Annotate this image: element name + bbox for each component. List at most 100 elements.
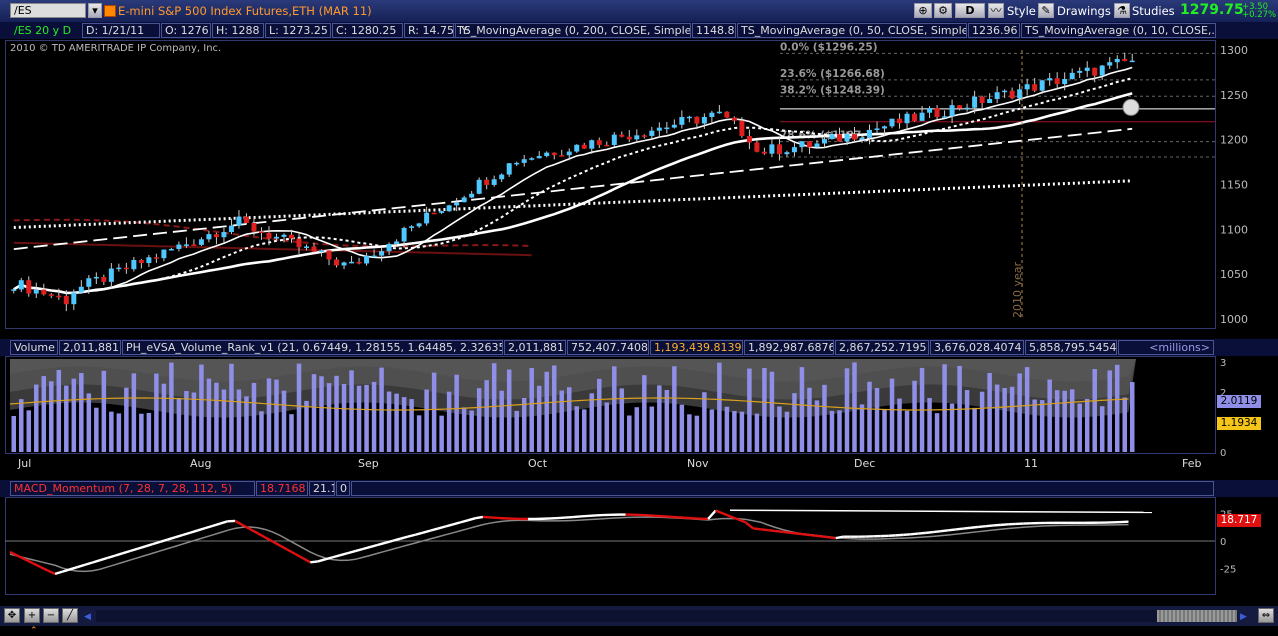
volume-bar	[710, 409, 715, 452]
volume-bar	[875, 388, 880, 452]
macd-segment	[716, 511, 724, 514]
chart-scrollbar: ✥ + − ╱ ◀ ▶ ⇔	[0, 606, 1278, 626]
evsa-value-5: 2,867,252.7195	[835, 340, 929, 355]
volume-study-bar: Volume 2,011,881 PH_eVSA_Volume_Rank_v1 …	[0, 339, 1278, 356]
period-button[interactable]: D	[955, 3, 985, 18]
macd-segment	[926, 532, 934, 533]
volume-bar	[274, 380, 279, 452]
price-tick-label: 1200	[1220, 134, 1248, 147]
style-menu[interactable]: Style	[1007, 4, 1036, 18]
symbol-lookup-button[interactable]: ▾	[88, 3, 102, 18]
candle-body	[792, 147, 797, 152]
macd-header-filler	[351, 481, 1214, 496]
volume-bar	[980, 392, 985, 452]
macd-segment	[250, 529, 258, 533]
volume-bar	[567, 387, 572, 452]
candle-body	[94, 277, 99, 279]
draw-line-icon[interactable]: ╱	[62, 608, 78, 623]
macd-segment	[776, 531, 784, 532]
candle-body	[364, 256, 369, 264]
volume-bar	[785, 412, 790, 452]
candle-body	[394, 241, 399, 243]
macd-segment	[378, 543, 386, 545]
crosshair-icon[interactable]: ⊕	[914, 3, 932, 18]
ma10-label[interactable]: TS_MovingAverage (0, 10, CLOSE,...	[1021, 23, 1216, 38]
volume-bar	[807, 388, 812, 452]
volume-bar	[1010, 387, 1015, 452]
macd-trendline	[730, 510, 1152, 512]
pan-icon[interactable]: ✥	[4, 608, 20, 623]
scroll-right-icon[interactable]: ▶	[1240, 612, 1247, 622]
fib-label: 0.0% ($1296.25)	[780, 41, 878, 53]
studies-menu[interactable]: Studies	[1132, 4, 1175, 18]
volume-bar	[657, 385, 662, 452]
candle-body	[852, 134, 857, 139]
candle-body	[492, 179, 497, 185]
macd-segment	[490, 517, 498, 518]
ma200-label[interactable]: TS_MovingAverage (0, 200, CLOSE, Simple)	[453, 23, 691, 38]
scroll-track[interactable]	[96, 610, 1236, 622]
scroll-thumb[interactable]	[1157, 610, 1237, 622]
macd-segment	[963, 528, 971, 529]
ma50-label[interactable]: TS_MovingAverage (0, 50, CLOSE, Simple)	[737, 23, 967, 38]
volume-bar	[1040, 400, 1045, 452]
candle-body	[454, 202, 459, 205]
candle-body	[784, 152, 789, 154]
link-icon[interactable]	[104, 5, 116, 17]
macd-segment	[288, 550, 296, 554]
flask-icon[interactable]: ⚗	[1114, 3, 1130, 18]
candle-body	[86, 278, 91, 287]
drawings-menu[interactable]: Drawings	[1057, 4, 1111, 18]
macd-segment	[468, 518, 476, 520]
macd-segment	[138, 546, 146, 548]
volume-label[interactable]: Volume	[10, 340, 58, 355]
time-axis: Jul Aug Sep Oct Nov Dec 11 Feb	[0, 457, 1278, 471]
ma200-value: 1148.8	[692, 23, 736, 38]
macd-segment	[70, 567, 78, 569]
volume-bar	[72, 379, 77, 452]
month-label: 11	[1024, 457, 1038, 470]
pencil-icon[interactable]: ✎	[1038, 3, 1054, 18]
volume-bar	[462, 407, 467, 452]
volume-bar	[725, 407, 730, 452]
volume-bar	[297, 364, 302, 452]
macd-study-label[interactable]: MACD_Momentum (7, 28, 7, 28, 112, 5)	[10, 481, 255, 496]
volume-bar	[665, 390, 670, 452]
macd-segment	[213, 524, 221, 526]
candle-body	[957, 105, 962, 108]
evsa-study-label[interactable]: PH_eVSA_Volume_Rank_v1 (21, 0.67449, 1.2…	[122, 340, 503, 355]
volume-bar	[529, 368, 534, 452]
candle-body	[1100, 66, 1105, 76]
volume-bar	[762, 368, 767, 452]
settings-icon[interactable]: ⚙	[934, 3, 952, 18]
macd-segment	[663, 516, 671, 517]
candle-body	[950, 105, 955, 116]
volume-bar	[364, 385, 369, 452]
volume-bar	[492, 363, 497, 452]
macd-segment	[438, 526, 446, 528]
expand-icon[interactable]: ⇔	[1258, 608, 1274, 623]
candle-body	[1122, 59, 1127, 61]
price-tick-label: 1050	[1220, 268, 1248, 281]
volume-bar	[102, 371, 107, 452]
candle-body	[469, 194, 474, 198]
volume-bar	[522, 398, 527, 452]
candle-body	[432, 213, 437, 215]
chart-style-icon[interactable]: 〰	[988, 3, 1004, 18]
month-label: Feb	[1182, 457, 1201, 470]
candle-body	[679, 117, 684, 125]
zoom-in-icon[interactable]: +	[24, 608, 40, 623]
candle-body	[724, 112, 729, 118]
scroll-left-icon[interactable]: ◀	[84, 612, 91, 622]
volume-bar	[717, 363, 722, 452]
candle-body	[312, 246, 317, 251]
candle-body	[709, 113, 714, 117]
candle-body	[34, 290, 39, 294]
volume-bar	[755, 414, 760, 452]
candle-body	[424, 213, 429, 224]
macd-segment	[93, 560, 101, 562]
symbol-input[interactable]: /ES	[10, 3, 86, 18]
zoom-out-icon[interactable]: −	[43, 608, 59, 623]
collapse-arrow-icon[interactable]: ⌃	[30, 626, 38, 636]
volume-bar	[34, 385, 39, 452]
